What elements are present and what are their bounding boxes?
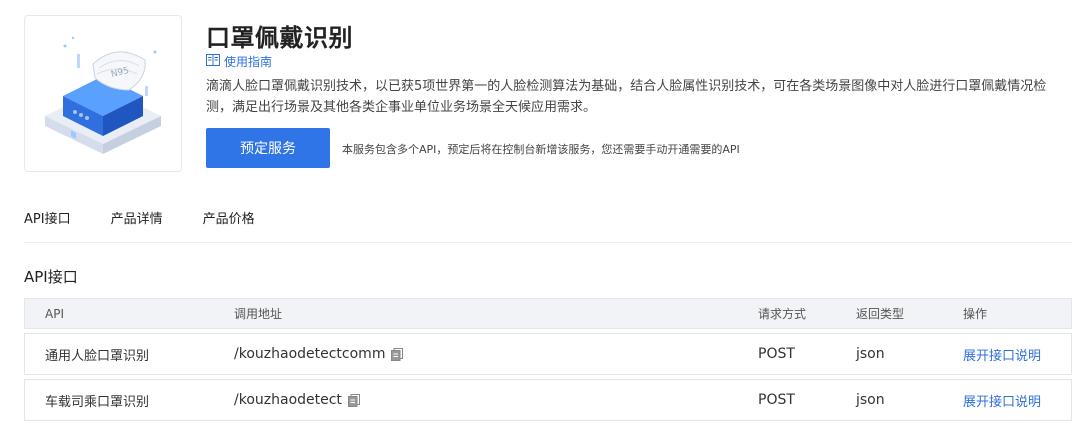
expand-api-doc-link[interactable]: 展开接口说明 [963,345,1041,364]
header-api: API [45,306,64,321]
endpoint-path: /kouzhaodetect [234,392,342,408]
copy-icon[interactable] [391,347,404,361]
guide-label: 使用指南 [224,55,273,69]
tab-bar: API接口 产品详情 产品价格 [24,208,295,227]
endpoint-path: /kouzhaodetectcomm [234,346,386,362]
table-row: 通用人脸口罩识别 /kouzhaodetectcomm POST json 展开… [24,333,1072,375]
book-icon [206,54,224,69]
request-method: POST [758,392,795,408]
tab-api[interactable]: API接口 [24,208,71,227]
tab-product-price[interactable]: 产品价格 [203,208,255,227]
book-service-button[interactable]: 预定服务 [206,128,330,168]
request-method: POST [758,346,795,362]
header-method: 请求方式 [758,307,807,321]
header-return-type: 返回类型 [856,307,905,321]
product-description: 滴滴人脸口罩佩戴识别技术，以已获5项世界第一的人脸检测算法为基础，结合人脸属性识… [206,79,1047,115]
tabs-divider [24,242,1072,243]
guide-link[interactable]: 使用指南 [206,53,272,70]
api-table: API 调用地址 请求方式 返回类型 操作 通用人脸口罩识别 /kouzhaod… [24,298,1072,421]
tab-product-details[interactable]: 产品详情 [111,208,163,227]
endpoint-cell: /kouzhaodetectcomm [234,346,404,362]
expand-api-doc-link[interactable]: 展开接口说明 [963,391,1041,410]
return-type: json [856,346,885,362]
service-note: 本服务包含多个API，预定后将在控制台新增该服务，您还需要手动开通需要的API [342,143,740,156]
table-row: 车载司乘口罩识别 /kouzhaodetect POST json 展开接口说明 [24,379,1072,421]
page-title: 口罩佩戴识别 [206,24,353,52]
api-name: 车载司乘口罩识别 [45,394,150,410]
return-type: json [856,392,885,408]
product-image: N95 [24,15,182,172]
endpoint-cell: /kouzhaodetect [234,392,360,408]
api-name: 通用人脸口罩识别 [45,348,150,364]
copy-icon[interactable] [347,393,360,407]
section-title: API接口 [24,268,78,286]
header-endpoint: 调用地址 [234,307,283,321]
table-header: API 调用地址 请求方式 返回类型 操作 [24,298,1072,329]
header-action: 操作 [963,307,988,321]
